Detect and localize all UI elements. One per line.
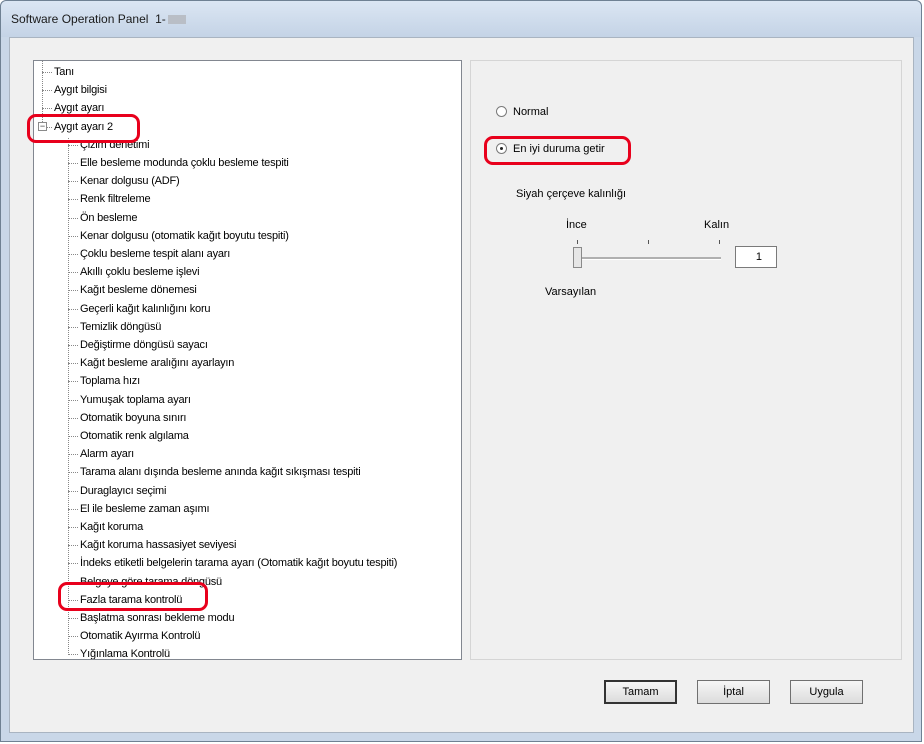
tree-connector	[68, 417, 78, 419]
tree-item[interactable]: Alarm ayarı	[80, 445, 134, 463]
tree-item[interactable]: Akıllı çoklu besleme işlevi	[80, 263, 200, 281]
tree-item[interactable]: Değiştirme döngüsü sayacı	[80, 336, 208, 354]
tree-item[interactable]: Aygıt ayarı 2	[54, 118, 113, 136]
tree-connector	[68, 217, 78, 219]
tree-item[interactable]: Renk filtreleme	[80, 190, 151, 208]
tree-item[interactable]: Kenar dolgusu (otomatik kağıt boyutu tes…	[80, 227, 289, 245]
tree-item[interactable]: Aygıt bilgisi	[54, 81, 107, 99]
tree-item[interactable]: Tarama alanı dışında besleme anında kağı…	[80, 463, 361, 481]
frame-thickness-label: Siyah çerçeve kalınlığı	[516, 188, 627, 200]
tree-item[interactable]: El ile besleme zaman aşımı	[80, 500, 210, 518]
tree-connector	[68, 490, 78, 492]
slider-thumb[interactable]	[573, 247, 582, 268]
tree-connector	[68, 363, 78, 365]
tree-item[interactable]: Otomatik Ayırma Kontrolü	[80, 627, 201, 645]
redacted-device-name	[167, 15, 186, 25]
window-title: Software Operation Panel 1-	[11, 12, 186, 26]
tree-connector	[68, 144, 78, 146]
slider-tick	[648, 240, 649, 244]
tree-connector	[68, 326, 78, 328]
tree-connector	[68, 290, 78, 292]
tree-item[interactable]: Kağıt koruma hassasiyet seviyesi	[80, 536, 236, 554]
tree-connector	[68, 254, 78, 255]
tree-connector	[68, 636, 78, 638]
tree-connector	[68, 527, 78, 528]
collapse-toggle-icon[interactable]: −	[38, 121, 47, 131]
ok-button[interactable]: Tamam	[604, 680, 677, 704]
radio-normal-label: Normal	[513, 106, 549, 118]
slider-tick	[577, 240, 578, 244]
title-bar[interactable]: Software Operation Panel 1-	[1, 1, 921, 37]
tree-connector	[68, 399, 78, 401]
tree-item[interactable]: Toplama hızı	[80, 372, 140, 390]
settings-tree[interactable]: Tanı Aygıt bilgisi Aygıt ayarı − Aygıt ayarı…	[33, 60, 462, 660]
tree-item[interactable]: Yumuşak toplama ayarı	[80, 391, 191, 409]
tree-connector	[68, 454, 78, 456]
tree-guide-line	[68, 137, 69, 654]
radio-selected-dot	[500, 147, 503, 150]
tree-connector	[42, 108, 52, 110]
slider-tick	[719, 240, 720, 244]
tree-item[interactable]: Temizlik döngüsü	[80, 318, 161, 336]
tree-item[interactable]: Başlatma sonrası bekleme modu	[80, 609, 235, 627]
apply-button[interactable]: Uygula	[790, 680, 863, 704]
tree-connector	[68, 581, 78, 583]
tree-item[interactable]: Tanı	[54, 63, 74, 81]
tree-item[interactable]: Otomatik boyuna sınırı	[80, 409, 186, 427]
tree-connector	[42, 72, 52, 73]
tree-connector	[68, 472, 78, 474]
tree-connector	[68, 599, 78, 601]
tree-item[interactable]: Aygıt ayarı	[54, 99, 104, 117]
tree-item[interactable]: Ön besleme	[80, 209, 138, 227]
radio-best-circle[interactable]	[496, 143, 507, 154]
tree-connector	[68, 381, 78, 383]
slider-min-label: İnce	[566, 219, 587, 231]
tree-connector	[68, 618, 78, 619]
tree-connector	[68, 199, 78, 201]
tree-item[interactable]: Kağıt besleme dönemesi	[80, 281, 197, 299]
tree-item[interactable]: Geçerli kağıt kalınlığını koru	[80, 300, 211, 318]
tree-item[interactable]: Otomatik renk algılama	[80, 427, 189, 445]
tree-item[interactable]: Fazla tarama kontrolü	[80, 591, 182, 609]
tree-item[interactable]: Kağıt koruma	[80, 518, 143, 536]
radio-best-label: En iyi duruma getir	[513, 143, 605, 155]
tree-connector	[68, 436, 78, 437]
tree-item[interactable]: İndeks etiketli belgelerin tarama ayarı …	[80, 554, 397, 572]
tree-connector	[68, 508, 78, 510]
frame-thickness-slider[interactable]	[579, 257, 721, 260]
tree-item[interactable]: Elle besleme modunda çoklu besleme tespi…	[80, 154, 289, 172]
tree-connector	[68, 308, 78, 310]
radio-normal-circle[interactable]	[496, 106, 507, 117]
tree-item[interactable]: Duraglayıcı seçimi	[80, 482, 166, 500]
tree-item[interactable]: Yığınlama Kontrolü	[80, 645, 170, 659]
tree-connector	[68, 654, 78, 656]
tree-item[interactable]: Kenar dolgusu (ADF)	[80, 172, 180, 190]
tree-connector	[68, 272, 78, 274]
tree-connector	[68, 545, 78, 547]
tree-connector	[68, 563, 78, 565]
tree-connector	[68, 181, 78, 183]
slider-default-label: Varsayılan	[545, 286, 597, 298]
slider-max-label: Kalın	[704, 219, 730, 231]
tree-item[interactable]: Çizim denetimi	[80, 136, 150, 154]
tree-item[interactable]: Belgeye göre tarama döngüsü	[80, 573, 222, 591]
slider-value-box: 1	[735, 246, 777, 268]
tree-item[interactable]: Çoklu besleme tespit alanı ayarı	[80, 245, 230, 263]
cancel-button[interactable]: İptal	[697, 680, 770, 704]
tree-connector	[42, 90, 52, 92]
tree-connector	[68, 345, 78, 346]
tree-connector	[68, 235, 78, 237]
tree-item[interactable]: Kağıt besleme aralığını ayarlayın	[80, 354, 234, 372]
tree-connector	[68, 163, 78, 164]
tree-guide-line	[42, 61, 43, 126]
